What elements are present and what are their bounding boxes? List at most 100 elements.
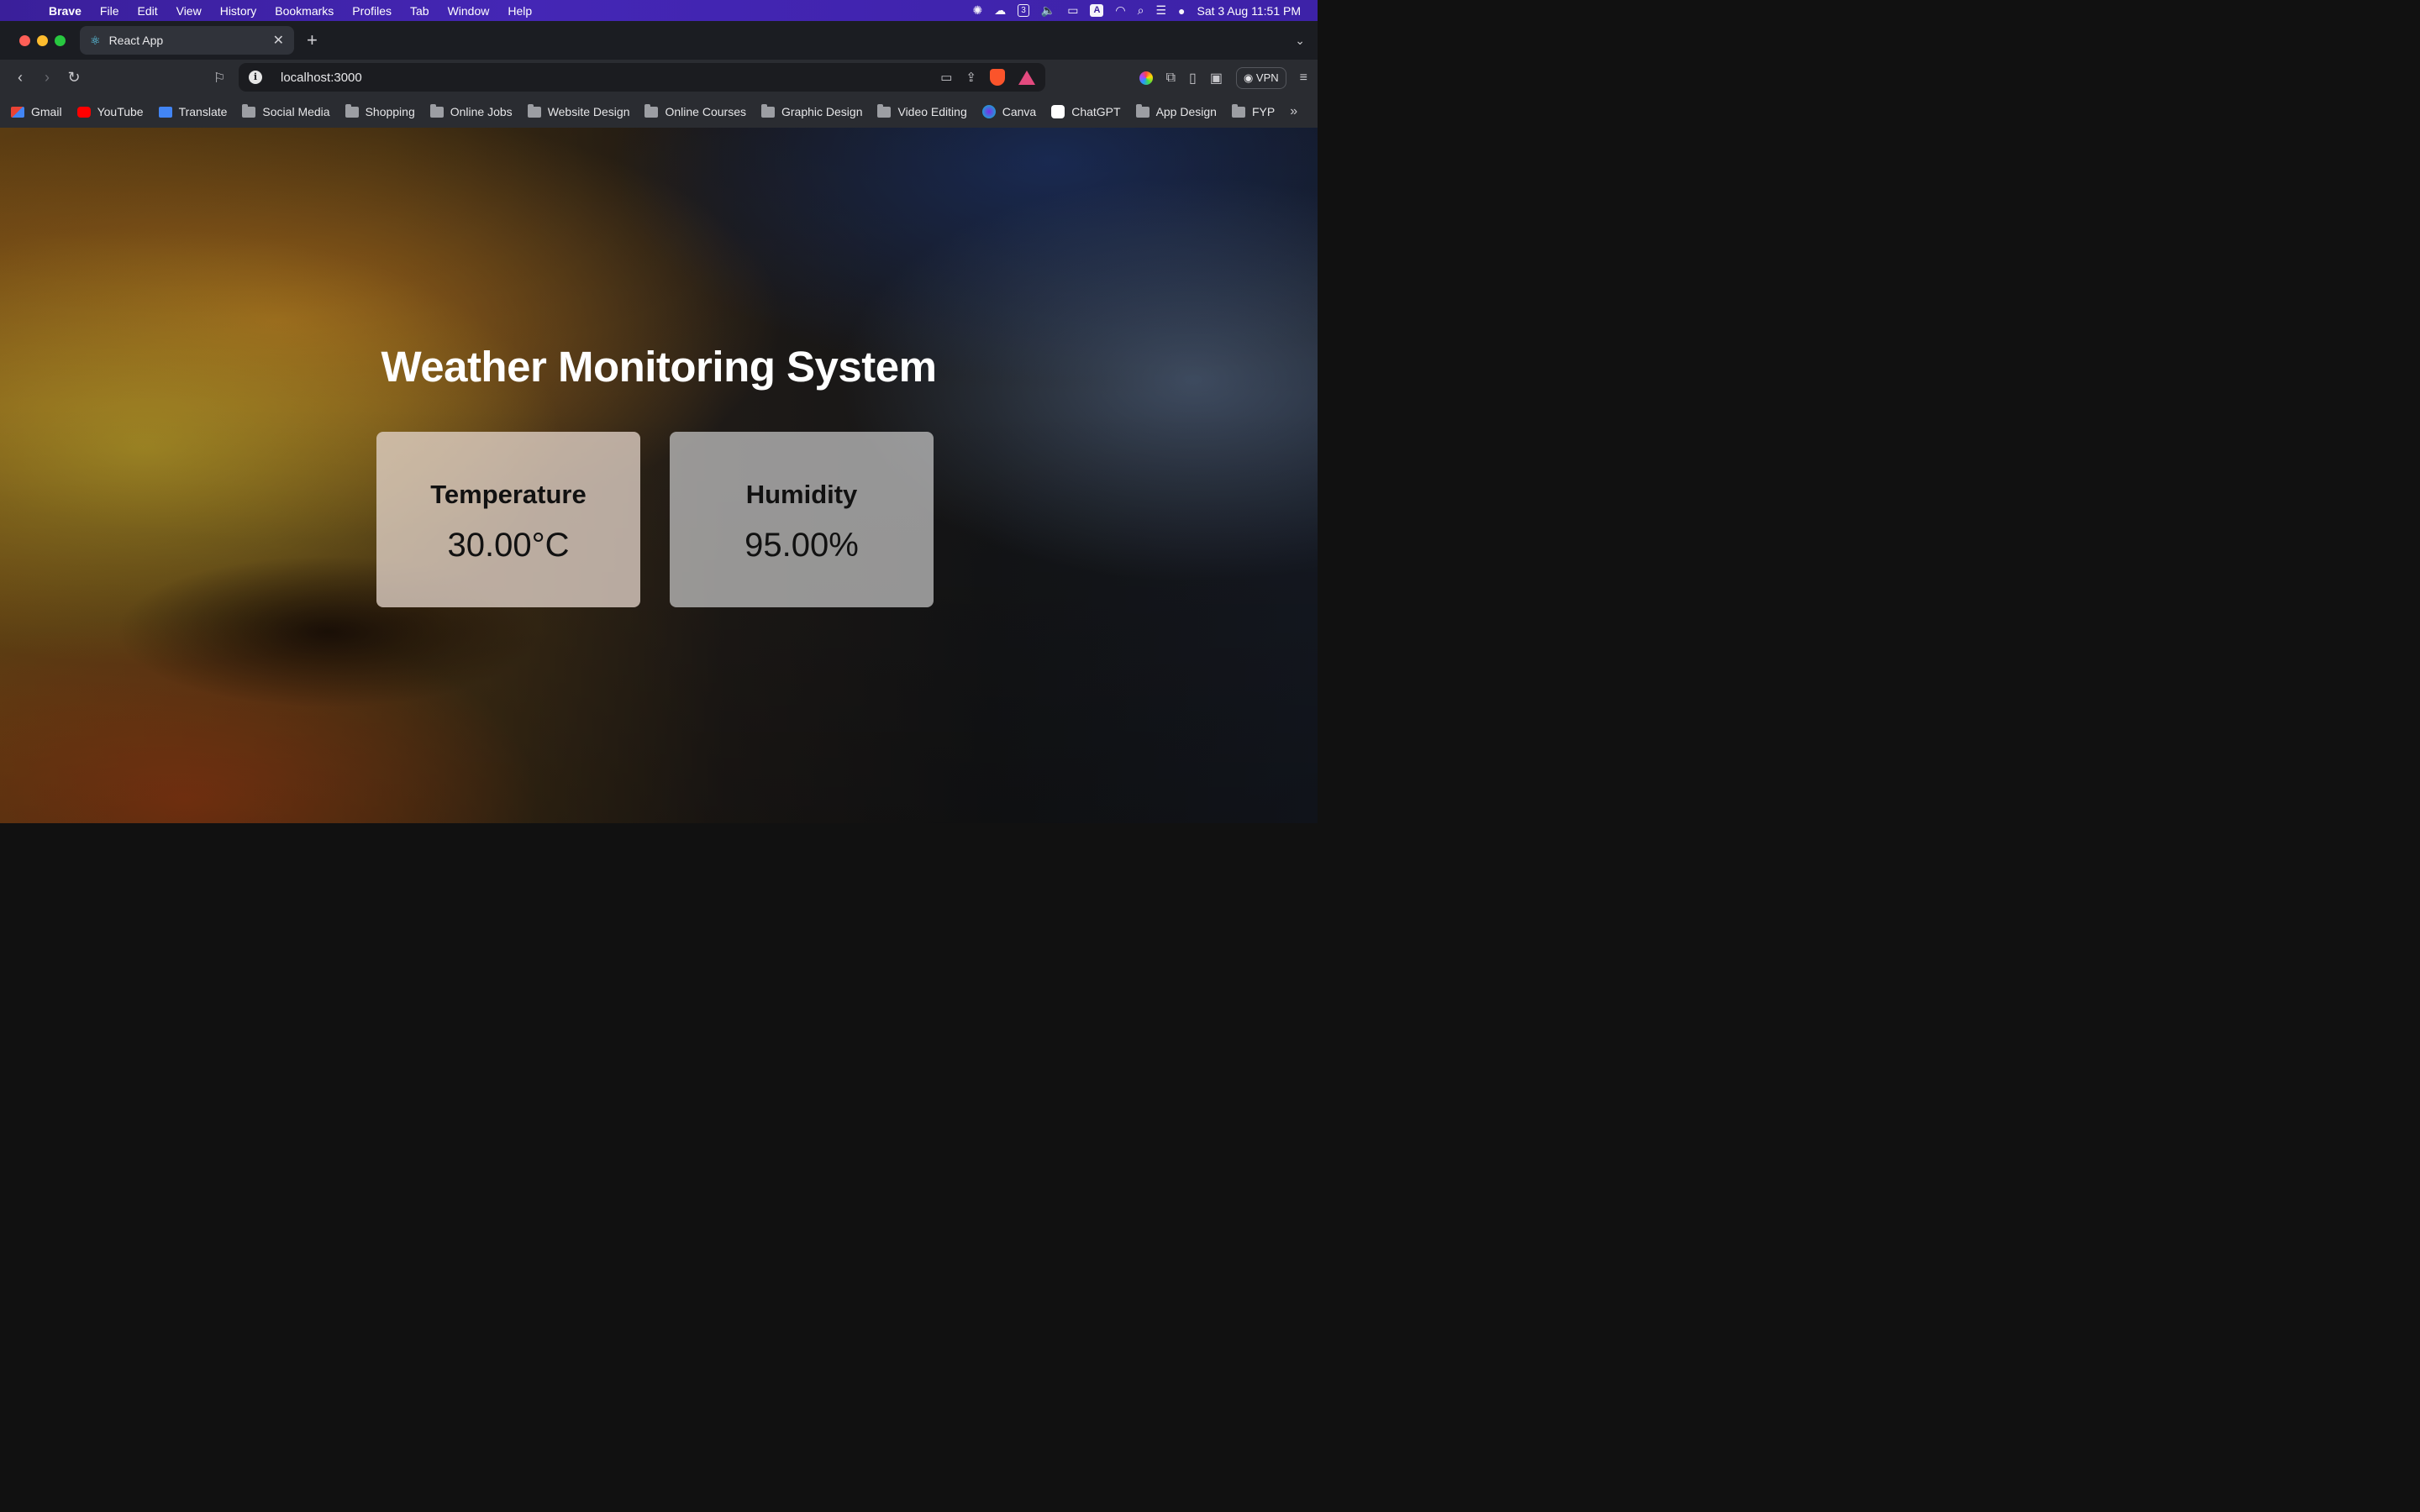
bookmark-social-media[interactable]: Social Media [242,103,330,118]
minimize-window-button[interactable] [37,34,48,46]
siri-icon[interactable]: ● [1178,4,1185,18]
bookmark-shopping[interactable]: Shopping [345,103,415,118]
menu-file[interactable]: File [91,4,129,18]
chatgpt-icon[interactable]: ✺ [972,3,982,18]
folder-icon [1231,103,1245,118]
temperature-label: Temperature [430,480,587,509]
bookmark-video-editing[interactable]: Video Editing [877,103,967,118]
menu-help[interactable]: Help [498,4,541,18]
bookmark-online-courses[interactable]: Online Courses [644,103,746,118]
brave-rewards-icon[interactable] [1018,70,1035,85]
bookmark-translate[interactable]: Translate [158,105,228,118]
bookmark-label: Video Editing [897,105,967,118]
bookmark-online-jobs[interactable]: Online Jobs [429,103,513,118]
menu-profiles[interactable]: Profiles [343,4,401,18]
datetime[interactable]: Sat 3 Aug 11:51 PM [1197,4,1302,18]
bookmark-label: Translate [178,105,228,118]
humidity-value: 95.00% [744,527,859,564]
vpn-button[interactable]: ◉ VPN [1235,66,1286,89]
menu-icon[interactable]: ≡ [1300,71,1307,86]
bookmark-chatgpt[interactable]: ChatGPT [1051,105,1121,118]
bookmark-label: FYP [1251,105,1276,118]
cast-icon[interactable]: ▭ [940,70,952,85]
humidity-card: Humidity 95.00% [670,432,934,607]
gmail-icon [11,106,24,118]
page-title: Weather Monitoring System [381,343,937,391]
window-controls [0,34,80,46]
bookmark-graphic-design[interactable]: Graphic Design [760,103,863,118]
site-info-icon[interactable]: i [249,71,262,84]
menu-view[interactable]: View [167,4,211,18]
menu-bar: Brave File Edit View History Bookmarks P… [0,0,1318,21]
bookmark-label: Canva [1002,105,1037,118]
bookmark-label: Gmail [31,105,62,118]
close-tab-icon[interactable]: ✕ [273,32,284,49]
bookmark-label: Online Jobs [450,105,513,118]
brave-shields-icon[interactable] [990,69,1005,86]
volume-icon[interactable]: 🔈 [1041,3,1055,18]
extensions-icon[interactable]: ⧉ [1166,71,1176,86]
share-icon[interactable]: ⇪ [965,70,976,85]
creative-cloud-icon[interactable]: ☁ [994,3,1006,18]
more-bookmarks-icon[interactable]: » [1290,104,1297,119]
calendar-icon[interactable]: 3 [1018,4,1029,17]
wifi-icon[interactable]: ◠ [1115,3,1125,18]
menu-edit[interactable]: Edit [128,4,166,18]
temperature-card: Temperature 30.00°C [376,432,640,607]
bookmarks-bar: Gmail YouTube Translate Social Media Sho… [0,96,1318,128]
search-icon[interactable]: ⌕ [1138,3,1144,18]
menu-app-name[interactable]: Brave [49,4,91,18]
status-area: ✺ ☁ 3 🔈 ▭ A ◠ ⌕ ☰ ● Sat 3 Aug 11:51 PM [972,3,1318,18]
sidebar-icon[interactable]: ▯ [1189,70,1197,87]
react-icon: ⚛ [90,33,101,47]
battery-icon[interactable]: ▭ [1067,3,1078,18]
bookmark-youtube[interactable]: YouTube [76,105,144,118]
wallet-icon[interactable]: ▣ [1210,70,1223,87]
folder-icon [877,103,892,118]
tab-list-chevron-icon[interactable]: ⌄ [1295,34,1305,48]
humidity-label: Humidity [745,480,858,509]
translate-icon [158,106,172,118]
folder-icon [242,103,256,118]
menu-history[interactable]: History [211,4,266,18]
bookmark-label: YouTube [97,105,144,118]
close-window-button[interactable] [19,34,30,46]
bookmark-canva[interactable]: Canva [981,105,1037,118]
zoom-window-button[interactable] [55,34,66,46]
menu-bookmarks[interactable]: Bookmarks [266,4,343,18]
url-text[interactable]: localhost:3000 [281,71,362,85]
toolbar-right: ⧉ ▯ ▣ ◉ VPN ≡ [1139,66,1307,89]
background-image [0,128,1318,823]
chatgpt-icon [1051,105,1065,118]
web-content: Weather Monitoring System Temperature 30… [0,128,1318,823]
tab-react-app[interactable]: ⚛ React App ✕ [80,26,294,55]
forward-icon[interactable]: › [34,69,60,87]
folder-icon [429,103,444,118]
bookmark-gmail[interactable]: Gmail [11,105,62,118]
menu-tab[interactable]: Tab [401,4,439,18]
vpn-status-icon: ◉ [1243,71,1256,84]
input-source-icon[interactable]: A [1090,4,1104,17]
color-picker-icon[interactable] [1139,71,1153,85]
address-bar-actions: ▭ ⇪ [940,69,1035,86]
bookmark-fyp[interactable]: FYP [1231,103,1276,118]
bookmark-label: Graphic Design [781,105,863,118]
bookmark-icon[interactable]: ⚐ [213,70,225,87]
back-icon[interactable]: ‹ [7,69,34,87]
bookmark-app-design[interactable]: App Design [1135,103,1217,118]
bookmark-label: Shopping [365,105,415,118]
reload-icon[interactable]: ↻ [60,69,87,87]
control-center-icon[interactable]: ☰ [1155,3,1166,18]
bookmark-website-design[interactable]: Website Design [527,103,630,118]
tab-title: React App [108,34,164,47]
vpn-label: VPN [1255,71,1279,84]
folder-icon [345,103,359,118]
menu-window[interactable]: Window [439,4,499,18]
bookmark-label: App Design [1155,105,1217,118]
bookmark-label: ChatGPT [1071,105,1121,118]
bookmark-label: Social Media [262,105,330,118]
bookmark-label: Website Design [547,105,630,118]
tab-strip: ⚛ React App ✕ + ⌄ [0,21,1318,60]
address-bar[interactable]: i localhost:3000 ▭ ⇪ [239,63,1045,92]
new-tab-icon[interactable]: + [307,29,318,51]
